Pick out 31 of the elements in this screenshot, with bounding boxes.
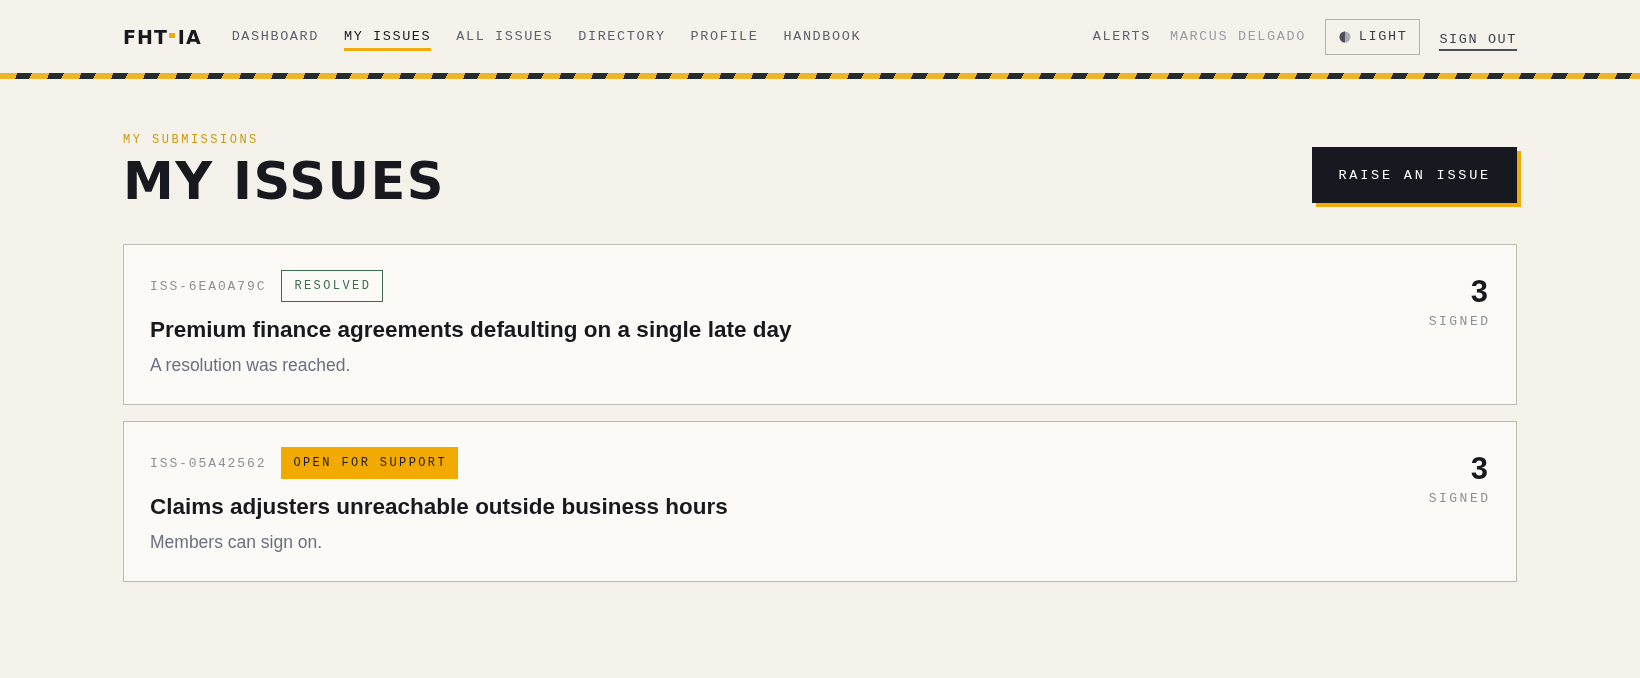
logo-text: IA: [177, 25, 202, 48]
signature-count: 3: [1470, 453, 1488, 484]
nav-link[interactable]: ALL ISSUES: [456, 22, 554, 51]
nav-link[interactable]: PROFILE: [690, 22, 759, 51]
nav-link[interactable]: MY ISSUES: [343, 22, 432, 51]
issue-title: Premium finance agreements defaulting on a single late day: [150, 316, 792, 344]
issue-card[interactable]: ISS-6EA0A79C RESOLVED Premium finance agreements defaulting on a single late day A resolution was reached. 3 SIGNED: [123, 244, 1517, 405]
signature-count: 3: [1470, 276, 1488, 307]
issue-summary: A resolution was reached.: [150, 354, 352, 377]
status-badge: RESOLVED: [281, 270, 384, 302]
page-title: MY ISSUES: [123, 156, 446, 207]
theme-toggle-button[interactable]: LIGHT: [1324, 18, 1421, 55]
signature-label: SIGNED: [1428, 491, 1491, 507]
issue-summary: Members can sign on.: [150, 531, 324, 554]
half-circle-icon: [1338, 30, 1351, 43]
issue-id: ISS-6EA0A79C: [150, 278, 267, 294]
section-label: MY SUBMISSIONS: [123, 133, 260, 147]
user-name: MARCUS DELGADO: [1170, 28, 1306, 45]
nav-link[interactable]: DIRECTORY: [578, 22, 666, 51]
square-icon: [168, 33, 175, 38]
status-badge: OPEN FOR SUPPORT: [281, 447, 459, 479]
logo-text: FHT: [123, 25, 168, 48]
nav-link[interactable]: DASHBOARD: [231, 22, 319, 51]
issue-id: ISS-05A42562: [150, 455, 267, 471]
sign-out-link[interactable]: SIGN OUT: [1439, 25, 1517, 51]
signature-label: SIGNED: [1428, 314, 1491, 330]
issue-title: Claims adjusters unreachable outside business hours: [150, 493, 728, 521]
alerts-link[interactable]: ALERTS: [1092, 28, 1152, 45]
issue-card[interactable]: ISS-05A42562 OPEN FOR SUPPORT Claims adjusters unreachable outside business hours Members can sign on. 3 SIGNED: [123, 421, 1517, 582]
nav-link[interactable]: HANDBOOK: [783, 22, 862, 51]
raise-issue-button[interactable]: RAISE AN ISSUE: [1312, 147, 1521, 207]
